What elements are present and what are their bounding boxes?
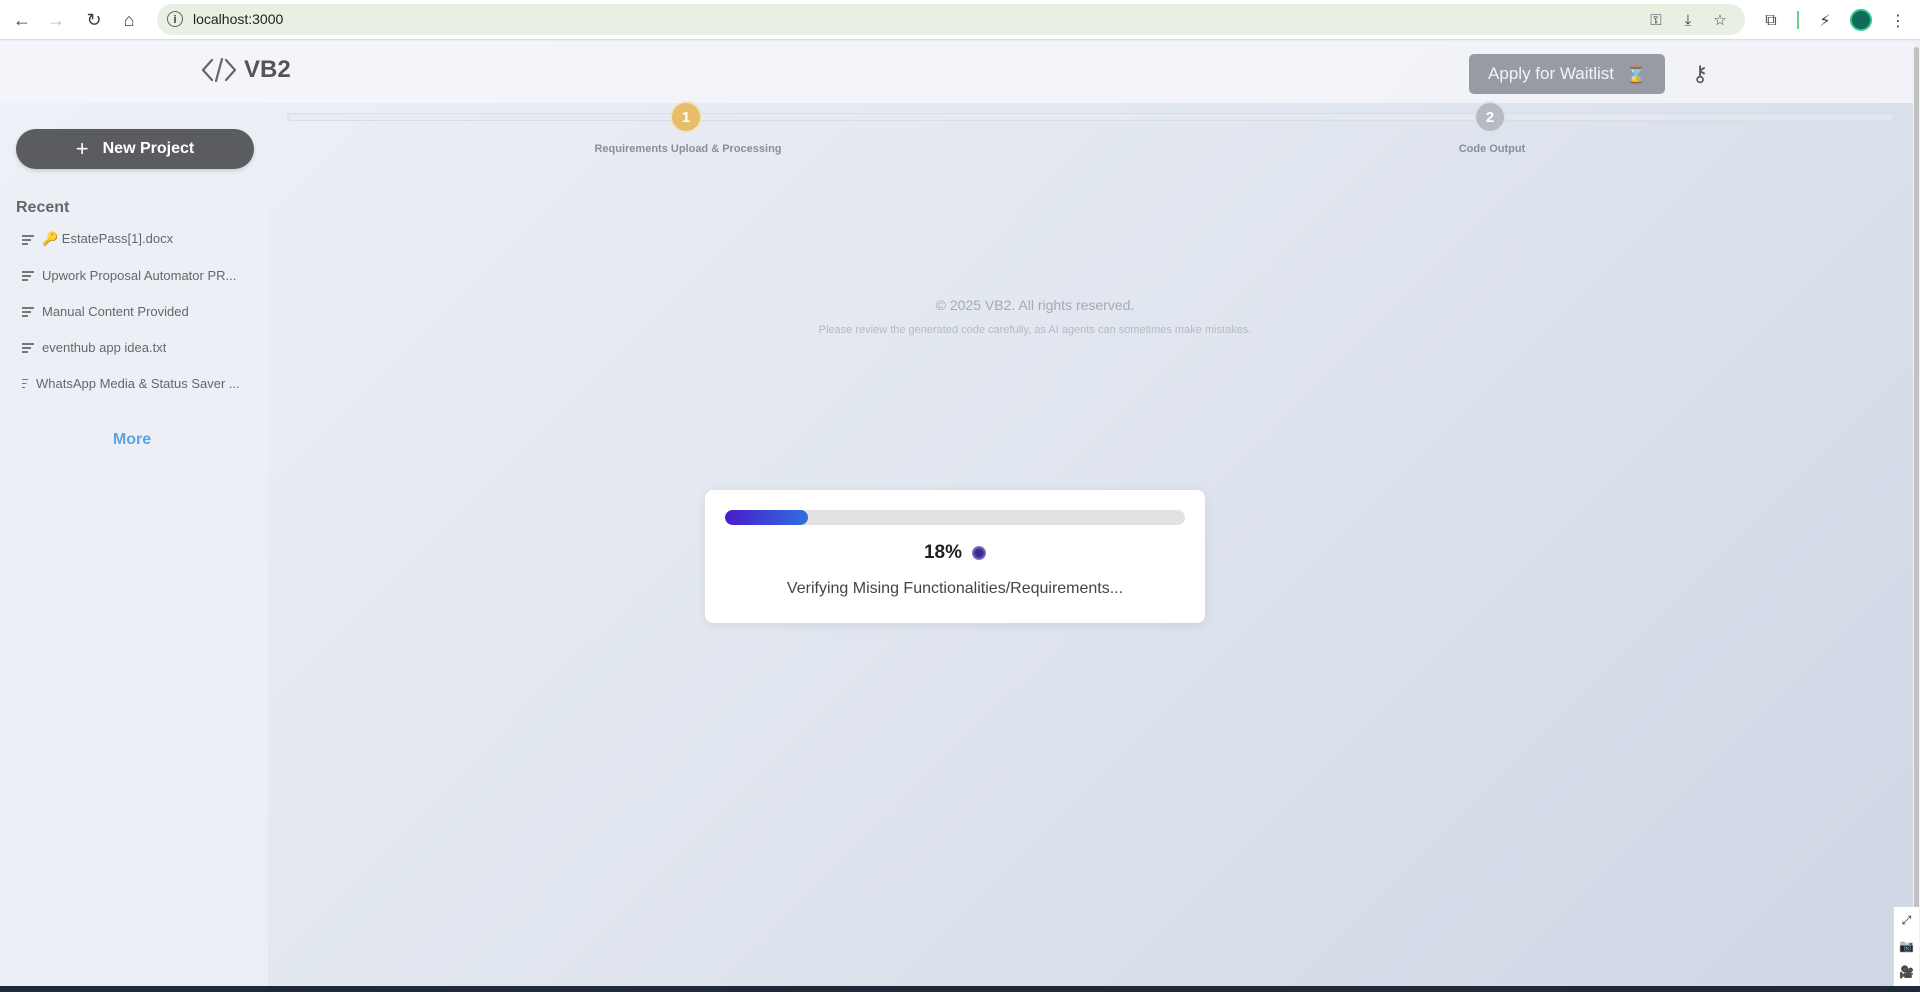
camera-icon[interactable]: 📷 xyxy=(1894,933,1919,959)
browser-toolbar: ← → ↻ ⌂ i localhost:3000 ⚿ ⤓ ☆ ⧉ ⚡ ⋮ xyxy=(0,0,1920,40)
recent-item[interactable]: WhatsApp Media & Status Saver ... xyxy=(16,365,248,401)
progress-percent-row: 18% xyxy=(705,542,1205,564)
copyright-text: © 2025 VB2. All rights reserved. xyxy=(935,297,1135,313)
expand-icon[interactable]: ⤢ xyxy=(1894,907,1919,933)
reload-icon[interactable]: ↻ xyxy=(80,6,108,34)
extensions-icon[interactable]: ⧉ xyxy=(1757,6,1785,34)
progress-status: Verifying Mising Functionalities/Require… xyxy=(786,580,1124,597)
bookmark-star-icon[interactable]: ☆ xyxy=(1711,11,1729,29)
recent-item-label: WhatsApp Media & Status Saver ... xyxy=(36,375,240,391)
stepper-track xyxy=(287,113,1894,121)
code-brackets-icon xyxy=(201,57,237,83)
site-info-icon[interactable]: i xyxy=(167,11,183,27)
waitlist-label: Apply for Waitlist xyxy=(1488,64,1615,83)
progress-bar-fill xyxy=(725,510,808,525)
recent-item-label: Manual Content Provided xyxy=(42,303,189,319)
app-header: VB2 Apply for Waitlist ⌛ ⚷ xyxy=(0,41,1913,103)
new-project-button[interactable]: + New Project xyxy=(16,129,254,169)
back-icon[interactable]: ← xyxy=(8,6,36,34)
step-2-label: Code Output xyxy=(1458,143,1526,155)
recent-item-label: eventhub app idea.txt xyxy=(42,339,167,355)
video-icon[interactable]: 🎥 xyxy=(1894,959,1919,985)
scrollbar-thumb[interactable] xyxy=(1914,47,1919,977)
app-root: VB2 Apply for Waitlist ⌛ ⚷ + New Project… xyxy=(0,41,1913,986)
progress-percent: 18% xyxy=(923,542,963,563)
text-lines-icon xyxy=(22,270,34,281)
recent-list: 🔑 EstatePass[1].docx Upwork Proposal Aut… xyxy=(16,221,248,401)
recent-heading: Recent xyxy=(16,199,70,216)
taskbar-edge xyxy=(0,986,1920,992)
logo[interactable]: VB2 xyxy=(200,56,291,84)
performance-icon[interactable]: ⚡ xyxy=(1811,6,1839,34)
profile-avatar[interactable] xyxy=(1850,9,1872,31)
recent-item-label: 🔑 EstatePass[1].docx xyxy=(42,231,174,246)
text-lines-icon xyxy=(22,234,34,245)
recent-item[interactable]: 🔑 EstatePass[1].docx xyxy=(16,221,248,257)
recent-item[interactable]: eventhub app idea.txt xyxy=(16,329,248,365)
page-scrollbar[interactable] xyxy=(1913,41,1920,986)
more-link[interactable]: More xyxy=(0,431,264,449)
apply-waitlist-button[interactable]: Apply for Waitlist ⌛ xyxy=(1469,54,1665,94)
hourglass-icon: ⌛ xyxy=(1626,64,1646,84)
step-1-label: Requirements Upload & Processing xyxy=(594,143,782,155)
progress-bar xyxy=(725,510,1185,525)
forward-icon[interactable]: → xyxy=(42,6,70,34)
disclaimer-text: Please review the generated code careful… xyxy=(818,324,1252,336)
url-text[interactable]: localhost:3000 xyxy=(193,11,283,27)
password-key-icon[interactable]: ⚿ xyxy=(1647,11,1665,29)
home-icon[interactable]: ⌂ xyxy=(115,6,143,34)
spinner-icon xyxy=(972,546,987,560)
text-lines-icon xyxy=(22,306,34,317)
step-1-indicator[interactable]: 1 xyxy=(670,101,702,133)
recent-item[interactable]: Upwork Proposal Automator PR... xyxy=(16,257,248,293)
text-lines-icon xyxy=(22,342,34,353)
capture-tool-widget: ⤢ 📷 🎥 xyxy=(1893,907,1919,992)
progress-card: 18% Verifying Mising Functionalities/Req… xyxy=(705,490,1205,623)
install-app-icon[interactable]: ⤓ xyxy=(1679,11,1697,29)
toolbar-divider xyxy=(1797,11,1799,29)
text-lines-icon xyxy=(22,378,28,388)
menu-kebab-icon[interactable]: ⋮ xyxy=(1884,6,1912,34)
new-project-label: New Project xyxy=(102,140,195,157)
sidebar: + New Project Recent 🔑 EstatePass[1].doc… xyxy=(0,103,268,986)
logo-text: VB2 xyxy=(244,56,291,83)
step-2-indicator[interactable]: 2 xyxy=(1474,101,1506,133)
recent-item[interactable]: Manual Content Provided xyxy=(16,293,248,329)
plus-icon: + xyxy=(75,136,89,161)
address-bar[interactable]: i localhost:3000 ⚿ ⤓ ☆ xyxy=(157,4,1745,35)
key-icon[interactable]: ⚷ xyxy=(1685,59,1715,89)
recent-item-label: Upwork Proposal Automator PR... xyxy=(42,267,237,283)
